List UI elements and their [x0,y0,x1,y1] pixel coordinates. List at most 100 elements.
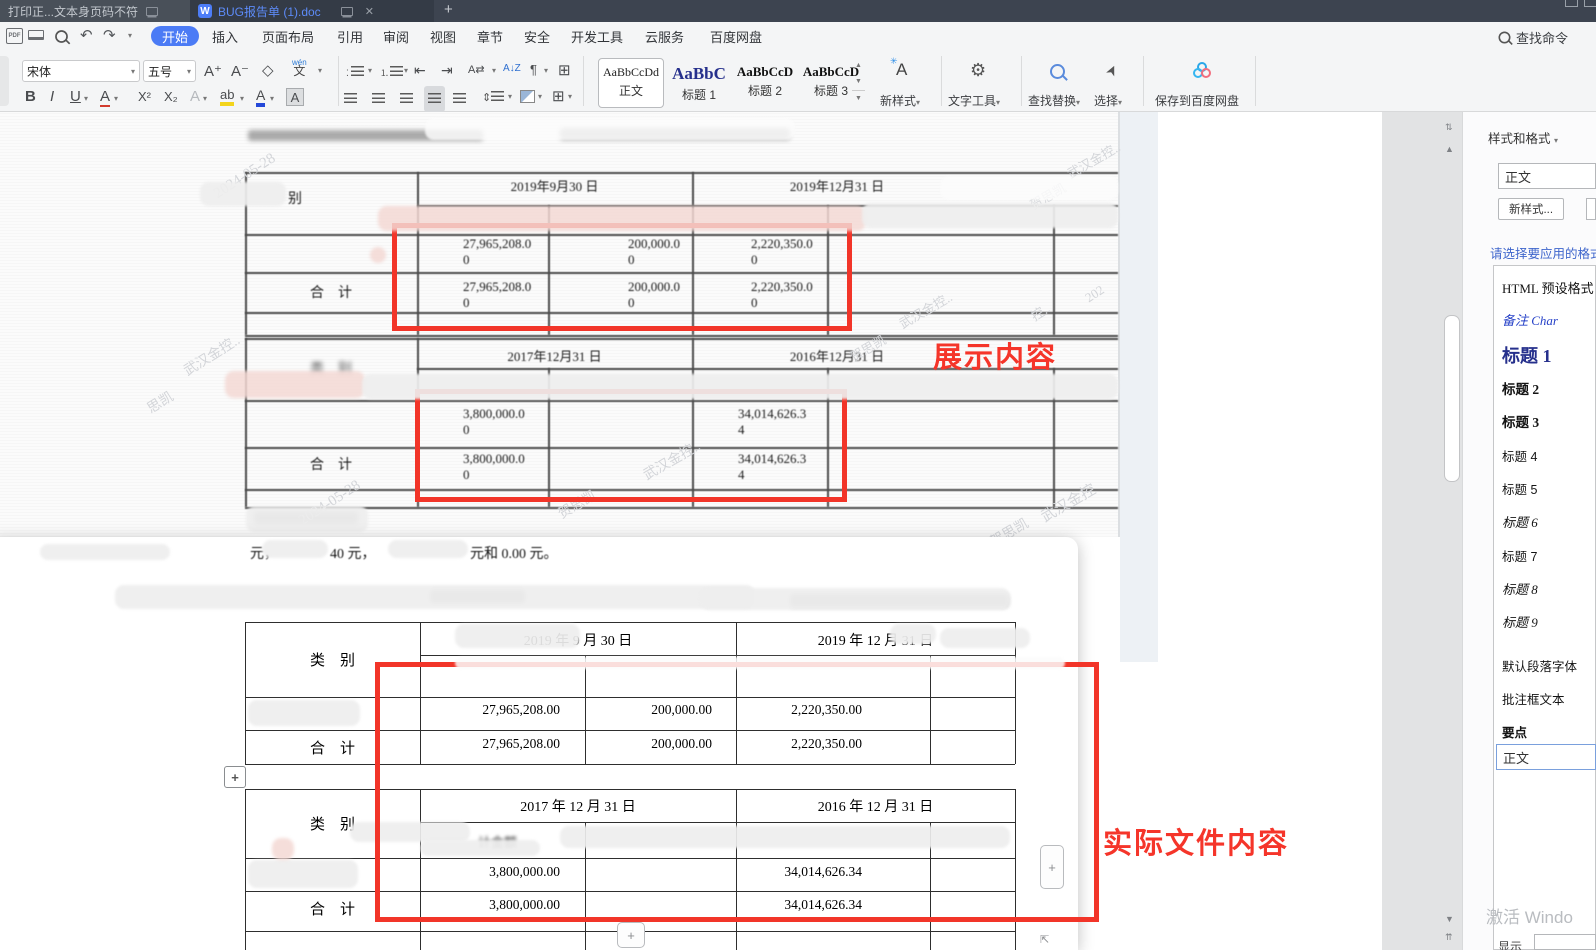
style-item-heading1[interactable]: 标题 1 [1502,342,1552,368]
export-pdf-icon[interactable]: PDF [6,28,23,44]
style-gallery-heading1[interactable]: AaBbC 标题 1 [668,58,730,106]
show-marks-button[interactable]: ¶ [530,62,537,77]
styles-prompt: 请选择要应用的格式 [1490,243,1596,262]
decrease-font-button[interactable]: A⁻ [231,62,249,80]
scrollbar-thumb[interactable] [1444,315,1460,482]
style-gallery-heading2[interactable]: AaBbCcD 标题 2 [734,58,796,106]
menu-tab-insert[interactable]: 插入 [212,27,238,46]
clear-format-icon[interactable]: ◇ [262,61,274,79]
menu-tab-baidu-pan[interactable]: 百度网盘 [710,27,762,46]
window-restore-icon[interactable] [1565,0,1578,7]
current-style-box[interactable]: 正文 [1498,163,1596,189]
text-effects-button[interactable]: A [190,88,200,105]
pinyin-guide-button[interactable]: wén 文 [292,57,307,75]
justify-button[interactable] [424,86,445,112]
menu-tab-section[interactable]: 章节 [477,27,503,46]
highlight-button[interactable]: ab [220,87,234,106]
menu-tab-cloud[interactable]: 云服务 [645,27,684,46]
font-name-select[interactable]: 宋体▾ [22,60,140,82]
chevron-down-icon[interactable]: ▾ [128,31,132,40]
scroll-up-icon[interactable]: ▲ [1445,144,1454,154]
font-size-select[interactable]: 五号▾ [143,60,196,82]
style-item-note-char[interactable]: 备注 Char [1502,310,1558,329]
char-border-button[interactable]: A [286,88,304,106]
select-button[interactable]: 选择▾ [1094,92,1122,109]
style-item-balloon-text[interactable]: 批注框文本 [1502,689,1565,708]
new-style-button[interactable]: 新样式▾ [880,92,920,109]
style-item-html[interactable]: HTML 预设格式 [1502,278,1594,297]
menu-tab-review[interactable]: 审阅 [383,27,409,46]
annotation-box-displayed-1 [392,223,852,331]
underline-button[interactable]: U [70,88,81,105]
sort-button[interactable]: A↓Z [503,63,521,74]
find-command[interactable]: 查找命令 [1497,28,1568,47]
borders-button[interactable]: ⊞ [552,87,565,105]
gallery-scroll-up[interactable]: ▲ [852,58,865,73]
style-item-heading7[interactable]: 标题 7 [1502,546,1537,565]
style-item-heading4[interactable]: 标题 4 [1502,446,1537,465]
document-tab-inactive[interactable]: 打印正...文本身页码不符 [0,0,190,22]
menu-tab-view[interactable]: 视图 [430,27,456,46]
menu-tab-dev-tools[interactable]: 开发工具 [571,27,623,46]
style-item-heading5[interactable]: 标题 5 [1502,479,1537,498]
increase-font-button[interactable]: A⁺ [204,62,222,80]
style-item-heading6[interactable]: 标题 6 [1502,512,1538,531]
frame-button[interactable]: ⊞ [558,61,571,79]
align-center-button[interactable] [372,90,385,108]
distribute-button[interactable] [453,90,466,108]
table-move-handle[interactable]: + [224,766,246,788]
show-options-select[interactable] [1534,934,1596,950]
style-item-heading3[interactable]: 标题 3 [1502,411,1539,431]
char-scale-button[interactable]: A⇄ [468,63,485,76]
scroll-down-icon[interactable]: ▼ [1445,914,1454,924]
numbered-list-button[interactable]: ⒈ [380,63,403,81]
bullet-list-button[interactable]: ⁚ [346,63,364,81]
style-item-heading2[interactable]: 标题 2 [1502,378,1539,398]
decrease-indent-button[interactable]: ⇤ [414,62,426,79]
style-item-keypoint[interactable]: 要点 [1502,722,1527,741]
line-spacing-button[interactable]: ⇕ [482,88,504,106]
italic-button[interactable]: I [50,88,54,105]
increase-indent-button[interactable]: ⇥ [441,62,453,79]
table-total-label: 合 计 [245,454,417,474]
style-item-heading8[interactable]: 标题 8 [1502,579,1538,598]
style-gallery-normal[interactable]: AaBbCcDd 正文 [598,58,664,108]
style-item-normal-selected[interactable]: 正文 [1496,744,1596,770]
redo-icon[interactable]: ↷ [103,26,116,44]
save-to-baidu-button[interactable]: 保存到百度网盘 [1155,92,1239,109]
align-left-button[interactable] [344,90,357,108]
table-add-row-button[interactable]: + [617,922,645,948]
style-item-default-font[interactable]: 默认段落字体 [1502,656,1577,675]
bold-button[interactable]: B [25,88,36,105]
gallery-expand[interactable]: ▼ [852,90,865,106]
text-tool-button[interactable]: 文字工具▾ [948,92,1000,109]
clear-format-button-clipped[interactable] [1586,198,1596,220]
gallery-scroll-down[interactable]: ▼ [852,74,865,89]
document-tab-active[interactable]: W BUG报告单 (1).doc ✕ [190,0,434,22]
share-screen-icon [146,7,158,16]
print-icon[interactable] [28,30,44,40]
align-right-button[interactable] [400,90,413,108]
subscript-button[interactable]: X₂ [164,89,178,104]
menu-tab-security[interactable]: 安全 [524,27,550,46]
menu-tab-home[interactable]: 开始 [151,26,199,46]
font-color-button[interactable]: A [256,87,265,107]
menu-tab-page-layout[interactable]: 页面布局 [262,27,314,46]
search-icon [1499,32,1511,44]
find-replace-button[interactable]: 查找替换▾ [1028,92,1080,109]
ruler-toggle-icon[interactable]: ⇅ [1445,122,1453,133]
tab-close-icon[interactable]: ✕ [365,5,374,18]
new-tab-button[interactable]: + [444,1,453,18]
superscript-button[interactable]: X² [138,89,151,104]
undo-icon[interactable]: ↶ [80,26,93,44]
style-item-heading9[interactable]: 标题 9 [1502,612,1538,631]
table-date-header: 2019年12月31 日 [692,176,982,195]
styles-panel-title[interactable]: 样式和格式 ▾ [1488,128,1558,147]
window-close-icon[interactable] [1584,0,1596,7]
print-preview-icon[interactable] [54,29,69,49]
strike-color-button[interactable]: A [100,88,110,107]
next-page-icon[interactable]: ⇈ [1445,932,1453,943]
new-style-dialog-button[interactable]: 新样式... [1498,198,1564,220]
menu-tab-references[interactable]: 引用 [337,27,363,46]
shading-button[interactable] [520,90,535,103]
